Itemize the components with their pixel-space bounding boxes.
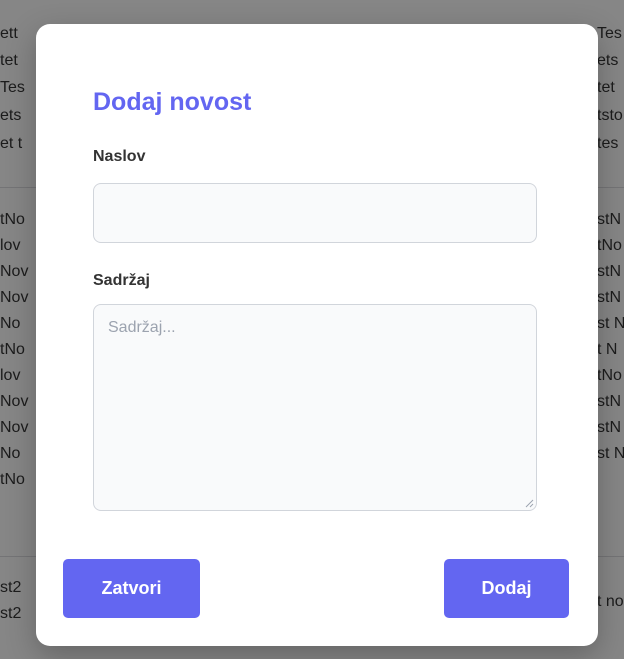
content-label: Sadržaj [93,272,150,289]
resize-handle-icon[interactable] [524,498,534,508]
add-button[interactable]: Dodaj [444,559,569,618]
title-input[interactable] [93,183,537,243]
dialog-title: Dodaj novost [93,88,252,116]
title-label: Naslov [93,148,146,165]
close-button[interactable]: Zatvori [63,559,200,618]
add-news-dialog: Dodaj novost Naslov Sadržaj Zatvori Doda… [36,24,598,646]
content-textarea[interactable] [93,304,537,511]
